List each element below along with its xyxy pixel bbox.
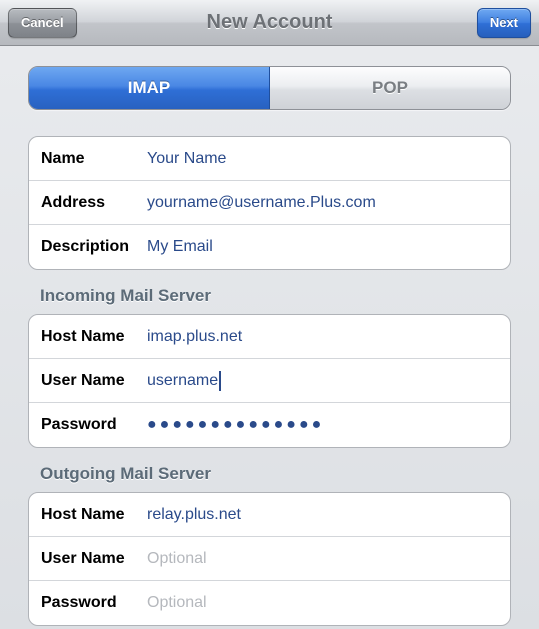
name-label: Name bbox=[41, 150, 147, 168]
name-field[interactable]: Your Name bbox=[147, 150, 498, 168]
incoming-section-title: Incoming Mail Server bbox=[40, 286, 511, 306]
address-field[interactable]: yourname@username.Plus.com bbox=[147, 194, 498, 212]
content-area: IMAP POP Name Your Name Address yourname… bbox=[0, 46, 539, 626]
tab-imap-label: IMAP bbox=[128, 78, 171, 98]
incoming-host-label: Host Name bbox=[41, 328, 147, 346]
next-button-label: Next bbox=[490, 15, 518, 30]
row-incoming-user[interactable]: User Name username bbox=[29, 359, 510, 403]
incoming-user-field[interactable]: username bbox=[147, 371, 498, 391]
row-incoming-host[interactable]: Host Name imap.plus.net bbox=[29, 315, 510, 359]
description-label: Description bbox=[41, 238, 147, 256]
address-label: Address bbox=[41, 194, 147, 212]
row-outgoing-host[interactable]: Host Name relay.plus.net bbox=[29, 493, 510, 537]
outgoing-host-field[interactable]: relay.plus.net bbox=[147, 506, 498, 524]
incoming-password-label: Password bbox=[41, 416, 147, 434]
row-address[interactable]: Address yourname@username.Plus.com bbox=[29, 181, 510, 225]
outgoing-host-label: Host Name bbox=[41, 506, 147, 524]
row-incoming-password[interactable]: Password ●●●●●●●●●●●●●● bbox=[29, 403, 510, 447]
incoming-password-field[interactable]: ●●●●●●●●●●●●●● bbox=[147, 416, 324, 434]
description-field[interactable]: My Email bbox=[147, 238, 498, 256]
cancel-button[interactable]: Cancel bbox=[8, 8, 77, 38]
outgoing-section-title: Outgoing Mail Server bbox=[40, 464, 511, 484]
row-outgoing-user[interactable]: User Name Optional bbox=[29, 537, 510, 581]
next-button[interactable]: Next bbox=[477, 8, 531, 38]
incoming-host-field[interactable]: imap.plus.net bbox=[147, 328, 498, 346]
outgoing-password-field[interactable]: Optional bbox=[147, 594, 498, 612]
tab-imap[interactable]: IMAP bbox=[29, 67, 270, 109]
incoming-user-value: username bbox=[147, 372, 218, 389]
outgoing-user-label: User Name bbox=[41, 550, 147, 568]
row-description[interactable]: Description My Email bbox=[29, 225, 510, 269]
outgoing-password-label: Password bbox=[41, 594, 147, 612]
incoming-group: Host Name imap.plus.net User Name userna… bbox=[28, 314, 511, 448]
header-bar: Cancel New Account Next bbox=[0, 0, 539, 46]
incoming-user-label: User Name bbox=[41, 372, 147, 390]
account-type-segmented: IMAP POP bbox=[28, 66, 511, 110]
account-info-group: Name Your Name Address yourname@username… bbox=[28, 136, 511, 270]
page-title: New Account bbox=[0, 11, 539, 34]
tab-pop[interactable]: POP bbox=[270, 67, 510, 109]
tab-pop-label: POP bbox=[372, 78, 408, 98]
row-outgoing-password[interactable]: Password Optional bbox=[29, 581, 510, 625]
row-name[interactable]: Name Your Name bbox=[29, 137, 510, 181]
text-caret bbox=[219, 371, 221, 391]
cancel-button-label: Cancel bbox=[21, 15, 64, 30]
outgoing-user-field[interactable]: Optional bbox=[147, 550, 498, 568]
outgoing-group: Host Name relay.plus.net User Name Optio… bbox=[28, 492, 511, 626]
